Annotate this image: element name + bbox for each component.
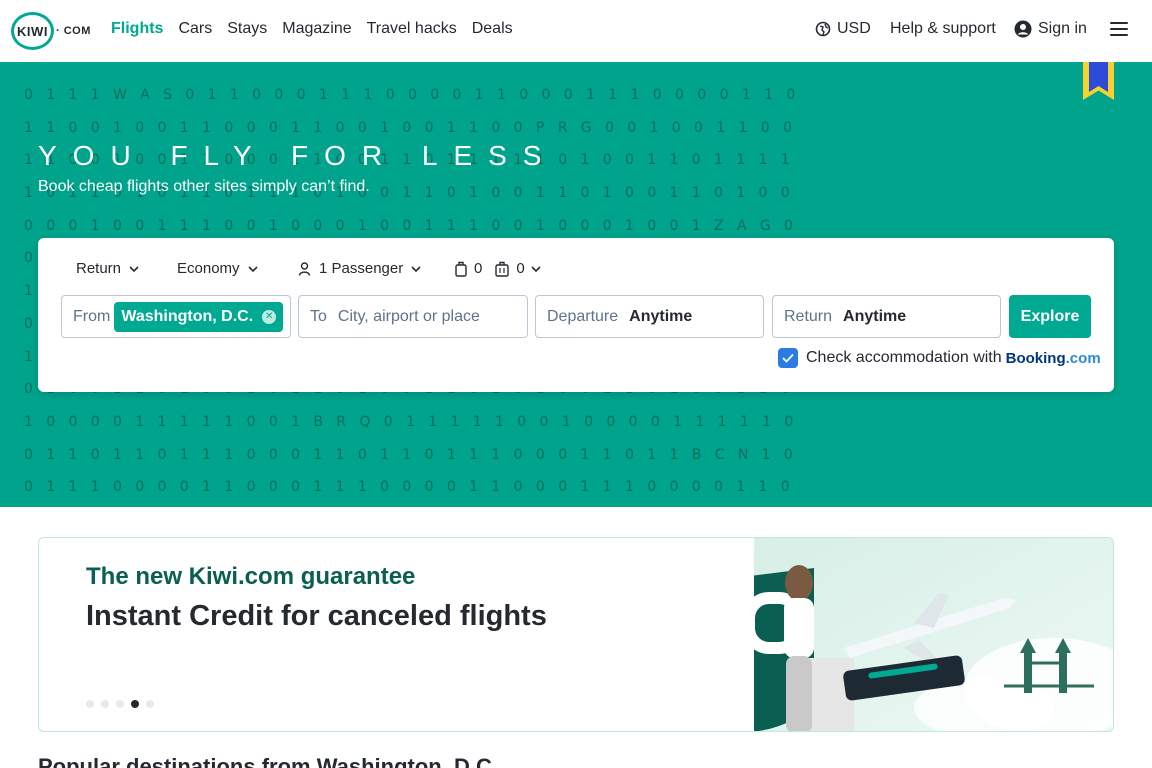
carousel-dot[interactable]: [146, 700, 154, 708]
departure-field[interactable]: Departure Anytime: [535, 295, 764, 338]
chevron-down-icon: [129, 265, 139, 272]
nav-link-cars[interactable]: Cars: [178, 20, 212, 38]
to-field[interactable]: To City, airport or place: [298, 295, 528, 338]
carousel-dots: [86, 700, 154, 708]
passengers-dropdown[interactable]: 1 Passenger: [298, 260, 421, 277]
departure-label: Departure: [547, 307, 619, 325]
menu-icon[interactable]: [1110, 22, 1128, 38]
cabin-bag-icon: [455, 261, 467, 277]
explore-button[interactable]: Explore: [1009, 295, 1091, 338]
return-label: Return: [784, 307, 833, 325]
promo-kicker: The new Kiwi.com guarantee: [86, 563, 416, 590]
help-label: Help & support: [890, 20, 996, 37]
from-label: From: [73, 307, 111, 325]
cabin-class-dropdown[interactable]: Economy: [177, 260, 258, 277]
matrix-row: 1 0 0 0 0 1 1 1 1 1 0 0 1 B R Q 0 1 1 1 …: [24, 413, 794, 430]
checked-bags-count: 0: [516, 260, 525, 277]
nav-link-stays[interactable]: Stays: [227, 20, 267, 38]
sign-in-button[interactable]: Sign in: [1014, 20, 1087, 38]
nav-link-travel-hacks[interactable]: Travel hacks: [367, 20, 457, 38]
logo-circle: KIWI: [11, 12, 54, 50]
carousel-dot-active[interactable]: [131, 700, 139, 708]
kiwi-logo[interactable]: KIWI · COM: [11, 11, 91, 51]
logo-suffix: · COM: [56, 25, 91, 37]
remove-location-icon[interactable]: ✕: [262, 309, 277, 324]
booking-logo: Booking.com: [1005, 349, 1101, 367]
from-field[interactable]: From Washington, D.C. ✕: [61, 295, 291, 338]
top-nav: KIWI · COM Flights Cars Stays Magazine T…: [0, 0, 1152, 62]
bags-dropdown[interactable]: 0 0: [454, 260, 541, 277]
chevron-down-icon: [531, 265, 541, 272]
accommodation-checkbox[interactable]: [778, 348, 798, 368]
carousel-dot[interactable]: [101, 700, 109, 708]
help-support-link[interactable]: Help & support: [890, 20, 996, 38]
nav-links: Flights Cars Stays Magazine Travel hacks…: [111, 20, 513, 38]
promo-illustration: [754, 538, 1113, 731]
matrix-row: 0 1 1 1 0 0 0 0 1 1 0 0 0 1 1 1 0 0 0 0 …: [24, 479, 790, 496]
accommodation-text: Check accommodation with: [806, 349, 1002, 366]
return-value: Anytime: [843, 307, 907, 325]
popular-destinations-title: Popular destinations from Washington, D.…: [38, 754, 498, 768]
nav-link-flights[interactable]: Flights: [111, 20, 163, 38]
search-form: Return Economy 1 Passenger 0 0 From Wash…: [38, 238, 1114, 392]
return-field[interactable]: Return Anytime: [772, 295, 1001, 338]
guarantee-promo-banner[interactable]: The new Kiwi.com guarantee Instant Credi…: [38, 537, 1114, 732]
cabin-bags-count: 0: [474, 260, 483, 277]
checked-bag-icon: [495, 261, 510, 277]
carousel-dot[interactable]: [116, 700, 124, 708]
to-placeholder: City, airport or place: [337, 307, 480, 325]
chevron-down-icon: [411, 265, 421, 272]
matrix-row: 0 1 1 1 W A S 0 1 1 0 0 0 1 1 1 0 0 0 0 …: [24, 87, 796, 103]
from-location-chip[interactable]: Washington, D.C. ✕: [114, 301, 284, 332]
sign-in-label: Sign in: [1038, 20, 1087, 37]
currency-label: USD: [837, 20, 871, 37]
carousel-dot[interactable]: [86, 700, 94, 708]
promo-title: Instant Credit for canceled flights: [86, 600, 547, 632]
nav-link-magazine[interactable]: Magazine: [282, 20, 351, 38]
trip-type-dropdown[interactable]: Return: [76, 260, 139, 277]
departure-value: Anytime: [629, 307, 693, 325]
nav-link-deals[interactable]: Deals: [472, 20, 513, 38]
person-icon: [298, 261, 311, 276]
accommodation-checkbox-row[interactable]: Check accommodation with Booking.com: [778, 348, 1101, 368]
hero-title: YOU FLY FOR LESS: [38, 140, 558, 171]
currency-selector[interactable]: USD: [815, 20, 871, 38]
globe-icon: [815, 21, 831, 37]
chevron-down-icon: [247, 265, 258, 272]
user-circle-icon: [1014, 20, 1032, 38]
from-location-value: Washington, D.C.: [121, 307, 254, 325]
trip-type-label: Return: [76, 260, 122, 277]
hero-subtitle: Book cheap flights other sites simply ca…: [38, 178, 370, 195]
passengers-label: 1 Passenger: [319, 260, 404, 277]
to-label: To: [310, 307, 327, 325]
checkmark-icon: [782, 353, 794, 363]
cabin-class-label: Economy: [177, 260, 240, 277]
matrix-row: 0 1 1 0 1 1 0 1 1 1 0 0 0 1 1 0 1 1 0 1 …: [24, 446, 793, 463]
